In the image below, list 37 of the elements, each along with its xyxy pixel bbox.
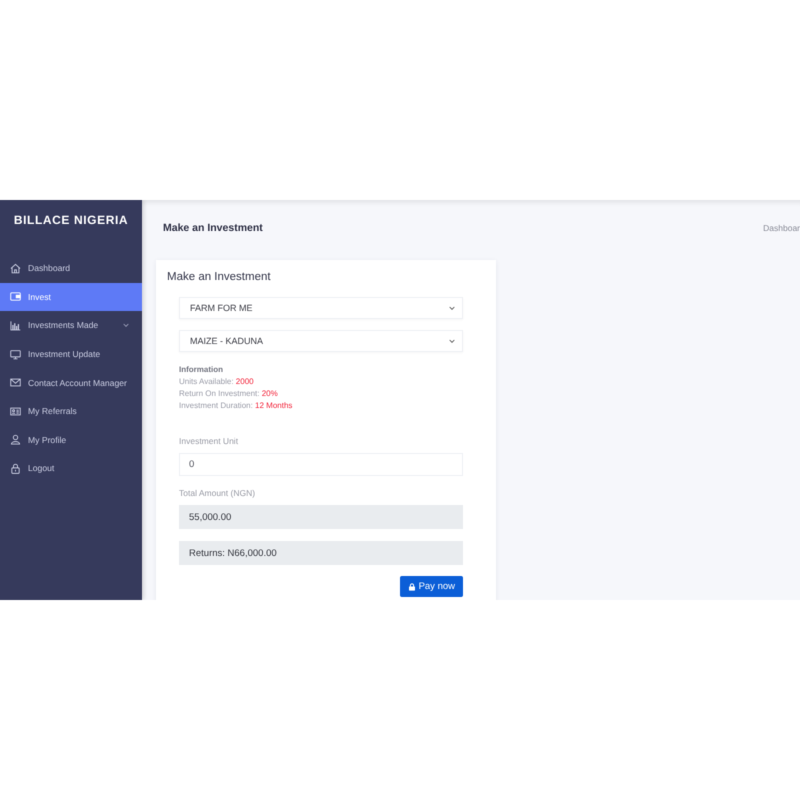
pay-button[interactable]: Pay now <box>400 576 463 597</box>
bar-chart-icon <box>10 320 21 331</box>
info-label: Return On Investment: <box>179 389 260 398</box>
lock-icon <box>10 462 21 474</box>
home-icon <box>10 262 21 274</box>
chevron-down-icon <box>448 337 456 345</box>
sidebar-item[interactable]: Invest <box>0 282 142 312</box>
chevron-down-icon <box>448 304 456 312</box>
field-label: Investment Unit <box>179 435 240 447</box>
sidebar-item[interactable]: Dashboard <box>0 254 142 283</box>
dropdown[interactable]: MAIZE - KADUNA <box>179 330 463 352</box>
envelope-icon <box>10 377 21 388</box>
brand-name: BILLACE NIGERIA <box>14 212 128 228</box>
field-label: Total Amount (NGN) <box>179 487 256 499</box>
readonly-field[interactable]: Returns: N66,000.00 <box>179 541 463 565</box>
dropdown[interactable]: FARM FOR ME <box>179 297 463 319</box>
input-field[interactable]: 0 <box>179 453 463 476</box>
sidebar-item[interactable]: Contact Account Manager <box>0 368 142 397</box>
info-label: Units Available: <box>179 377 234 386</box>
wallet-icon <box>10 291 21 302</box>
readonly-field[interactable]: 55,000.00 <box>179 505 463 529</box>
sidebar-item[interactable]: Logout <box>0 454 142 483</box>
page-title: Make an Investment <box>163 222 263 234</box>
info-label: Investment Duration: <box>179 401 253 410</box>
card-title: Make an Investment <box>167 270 272 284</box>
sidebar-item[interactable]: Investment Update <box>0 340 142 368</box>
user-icon <box>10 434 21 446</box>
sidebar-item[interactable]: My Profile <box>0 426 142 454</box>
sidebar-item[interactable]: My Referrals <box>0 396 142 426</box>
lock-icon <box>408 582 416 590</box>
monitor-icon <box>10 348 21 360</box>
info-value: 12 Months <box>255 401 292 410</box>
sidebar-item[interactable]: Investments Made <box>0 311 142 340</box>
info-value: 2000 <box>236 377 254 386</box>
info-value: 20% <box>262 389 278 398</box>
id-card-icon <box>10 406 21 417</box>
info-heading: Information <box>179 364 224 376</box>
